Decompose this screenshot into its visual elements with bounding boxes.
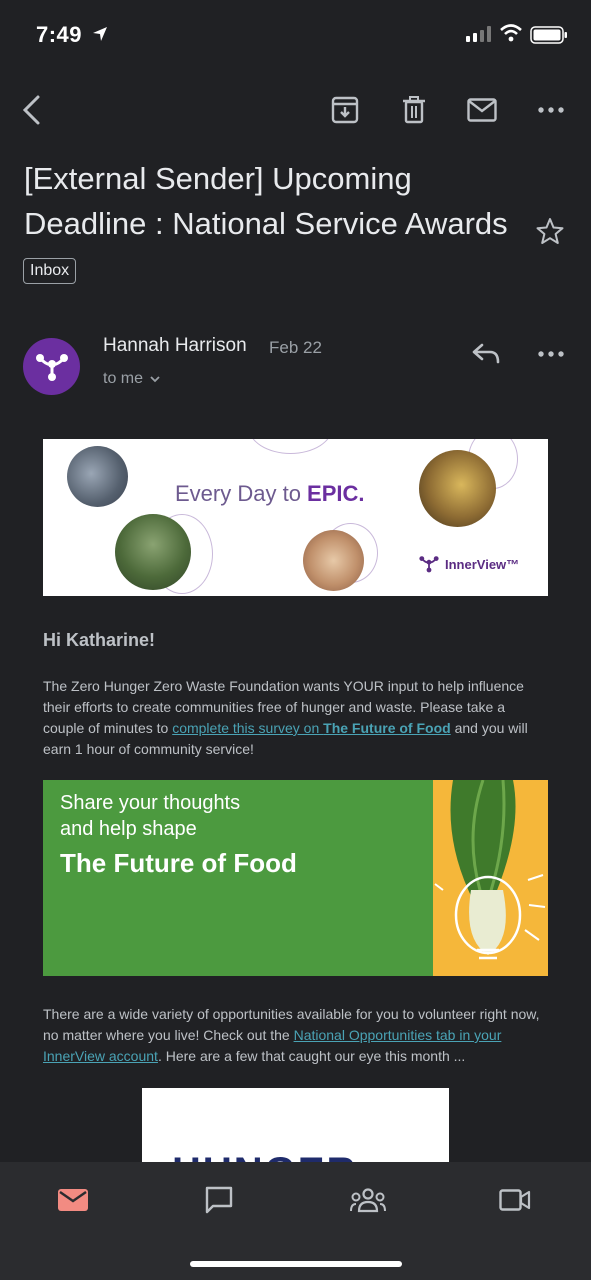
innerview-logo-icon: [35, 353, 68, 381]
hero-tagline-bold: EPIC.: [307, 481, 365, 506]
chevron-down-icon: [150, 376, 160, 383]
archive-icon: [331, 96, 359, 124]
mark-unread-button[interactable]: [462, 90, 502, 130]
survey-link[interactable]: complete this survey on The Future of Fo…: [172, 720, 451, 736]
email-date: Feb 22: [269, 338, 322, 357]
chat-icon: [205, 1186, 233, 1214]
reply-button[interactable]: [466, 334, 506, 374]
innerview-logo: InnerView™: [418, 555, 519, 573]
survey-link-bold: The Future of Food: [323, 720, 451, 736]
mark-unread-icon: [467, 98, 497, 122]
message-more-button[interactable]: [531, 334, 571, 374]
delete-icon: [403, 96, 425, 124]
archive-button[interactable]: [325, 90, 365, 130]
back-arrow-icon: [22, 95, 40, 125]
opportunities-paragraph: There are a wide variety of opportunitie…: [43, 1004, 548, 1067]
star-icon[interactable]: [535, 216, 565, 246]
sender-name: Hannah Harrison: [103, 335, 247, 356]
wifi-icon: [500, 24, 522, 42]
back-button[interactable]: [12, 90, 52, 130]
nav-mail-tab[interactable]: [48, 1180, 98, 1220]
volunteer-photo: [115, 514, 191, 590]
hunger-promo-image[interactable]: HUNGER: [142, 1088, 449, 1168]
cellular-signal-icon: [466, 26, 491, 42]
innerview-hero-banner[interactable]: Every Day to EPIC. InnerView™: [43, 439, 548, 596]
location-arrow-icon: [93, 27, 107, 41]
banner-line-1: Share your thoughts: [60, 792, 241, 814]
status-bar: 7:49: [0, 0, 591, 70]
volunteer-photo: [303, 530, 364, 591]
recipient-text: to me: [103, 370, 144, 387]
more-options-button[interactable]: [531, 90, 571, 130]
recipient-details-toggle[interactable]: to me: [103, 370, 161, 388]
survey-paragraph: The Zero Hunger Zero Waste Foundation wa…: [43, 676, 548, 760]
delete-button[interactable]: [394, 90, 434, 130]
battery-icon: [530, 26, 567, 44]
volunteer-photo: [67, 446, 128, 507]
hero-tagline-prefix: Every Day to: [175, 481, 308, 506]
more-icon: [538, 107, 564, 113]
bok-choy-lightbulb-image: [433, 780, 548, 976]
decorative-ring: [248, 439, 333, 454]
innerview-logo-icon: [419, 556, 439, 573]
volunteer-photo: [419, 450, 496, 527]
bottom-navigation: [0, 1162, 591, 1280]
more-icon: [538, 351, 564, 357]
banner-line-2: and help shape: [60, 818, 197, 840]
hero-tagline: Every Day to EPIC.: [175, 481, 365, 507]
sender-avatar[interactable]: [23, 338, 80, 395]
home-indicator[interactable]: [190, 1261, 402, 1267]
email-subject: [External Sender] Upcoming Deadline : Na…: [24, 161, 508, 241]
nav-chat-tab[interactable]: [194, 1180, 244, 1220]
banner-title: The Future of Food: [60, 848, 297, 878]
survey-link-text: complete this survey on: [172, 720, 324, 736]
bok-choy-lightbulb-icon: [434, 780, 546, 960]
reply-icon: [472, 343, 500, 364]
inbox-label-chip[interactable]: Inbox: [23, 258, 77, 284]
nav-meet-tab[interactable]: [490, 1180, 540, 1220]
future-of-food-banner[interactable]: Share your thoughts and help shape The F…: [43, 780, 548, 976]
innerview-logo-text: InnerView™: [445, 556, 520, 572]
status-time: 7:49: [36, 22, 83, 47]
nav-spaces-tab[interactable]: [343, 1180, 393, 1220]
meet-icon: [499, 1189, 531, 1211]
spaces-icon: [350, 1188, 386, 1213]
opportunities-paragraph-end: . Here are a few that caught our eye thi…: [157, 1048, 466, 1064]
email-greeting: Hi Katharine!: [43, 630, 156, 650]
mail-icon: [58, 1189, 88, 1211]
